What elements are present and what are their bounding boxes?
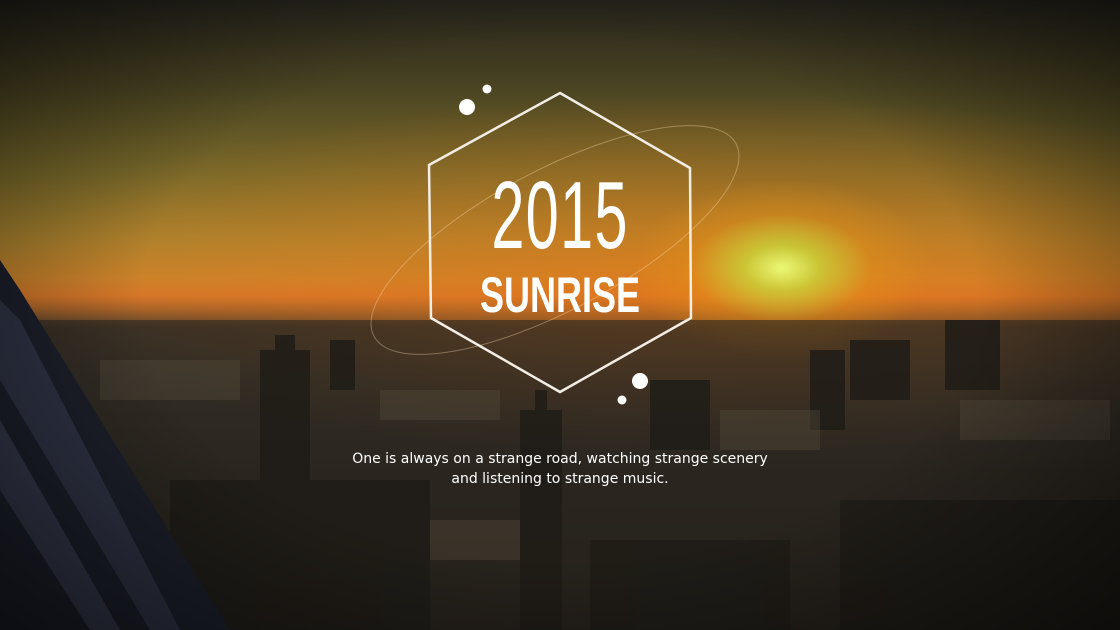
dot-large-bottom: [632, 373, 648, 389]
year-heading: 2015: [491, 162, 629, 269]
dot-small-top: [482, 84, 492, 94]
dot-large-top: [459, 99, 475, 115]
dot-small-bottom: [617, 395, 627, 405]
quote-text: One is always on a strange road, watchin…: [352, 451, 768, 487]
title-heading: SUNRISE: [479, 267, 641, 323]
